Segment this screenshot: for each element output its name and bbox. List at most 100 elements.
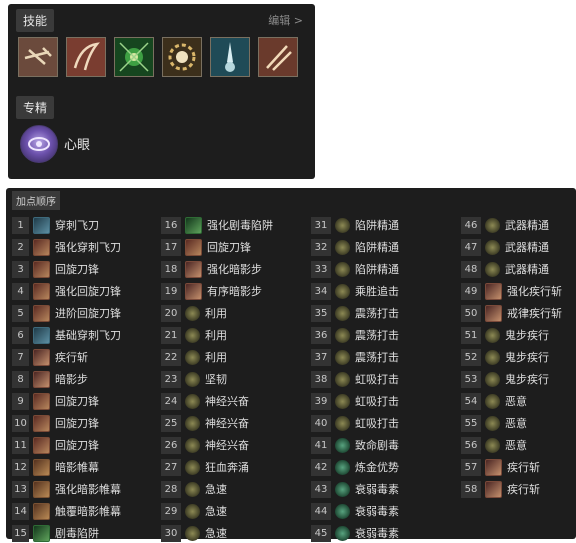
skills-panel: 技能 编辑 > 专精 心眼 [8, 4, 315, 179]
passive-icon [185, 437, 200, 453]
shadow-icon [485, 282, 502, 300]
skill-order-entry: 25 神经兴奋 [161, 413, 249, 433]
order-number: 3 [12, 260, 29, 278]
skill-order-entry: 54 恶意 [461, 391, 527, 411]
passive-icon [335, 371, 350, 387]
poison-trap-icon[interactable] [114, 37, 154, 77]
order-number: 31 [311, 216, 331, 234]
skill-name: 戒律疾行斩 [507, 307, 562, 320]
passive-icon [185, 481, 200, 497]
passive-icon [485, 371, 500, 387]
order-number: 34 [311, 282, 331, 300]
blade-slash-icon[interactable] [66, 37, 106, 77]
skill-order-entry: 19 有序暗影步 [161, 281, 262, 301]
knife-icon [33, 216, 50, 234]
skill-order-entry: 7 疾行斩 [12, 347, 88, 367]
skill-order-entry: 24 神经兴奋 [161, 391, 249, 411]
skill-name: 回旋刀锋 [55, 263, 99, 276]
skill-order-entry: 10 回旋刀锋 [12, 413, 99, 433]
skull-gear-icon[interactable] [162, 37, 202, 77]
skill-order-entry: 49 强化疾行斩 [461, 281, 562, 301]
passive-icon [185, 327, 200, 343]
order-number: 53 [461, 370, 481, 388]
skill-order-entry: 47 武器精通 [461, 237, 549, 257]
skill-name: 陷阱精通 [355, 241, 399, 254]
shadow-icon [485, 304, 502, 322]
skill-name: 坚韧 [205, 373, 227, 386]
passive-icon [335, 393, 350, 409]
skill-name: 急速 [205, 505, 227, 518]
passive-icon [335, 305, 350, 321]
shadow-icon [485, 480, 502, 498]
skill-order-entry: 13 强化暗影帷幕 [12, 479, 121, 499]
skill-order-entry: 36 震荡打击 [311, 325, 399, 345]
order-number: 27 [161, 458, 181, 476]
skill-order-entry: 44 衰弱毒素 [311, 501, 399, 521]
skill-name: 疾行斩 [507, 483, 540, 496]
skill-order-panel: 加点顺序 1 穿刺飞刀 2 强化穿刺飞刀 3 回旋刀锋 4 强化回旋刀锋 5 进阶回旋刀锋 6 基础穿… [6, 188, 576, 542]
skill-name: 强化疾行斩 [507, 285, 562, 298]
skill-name: 强化暗影帷幕 [55, 483, 121, 496]
skill-name: 进阶回旋刀锋 [55, 307, 121, 320]
skill-order-entry: 51 鬼步疾行 [461, 325, 549, 345]
skill-name: 强化回旋刀锋 [55, 285, 121, 298]
passive-icon [185, 503, 200, 519]
order-number: 46 [461, 216, 481, 234]
skill-order-entry: 2 强化穿刺飞刀 [12, 237, 121, 257]
skill-name: 回旋刀锋 [207, 241, 251, 254]
skill-order-entry: 34 乘胜追击 [311, 281, 399, 301]
shadow-icon [185, 282, 202, 300]
skill-name: 狂血奔涌 [205, 461, 249, 474]
skill-order-entry: 56 恶意 [461, 435, 527, 455]
skill-order-entry: 39 虹吸打击 [311, 391, 399, 411]
teal-icon [335, 437, 350, 453]
order-number: 41 [311, 436, 331, 454]
order-number: 25 [161, 414, 181, 432]
order-number: 37 [311, 348, 331, 366]
blade-icon [33, 436, 50, 454]
skill-name: 强化穿刺飞刀 [55, 241, 121, 254]
blade-icon [33, 282, 50, 300]
crossbow-icon[interactable] [18, 37, 58, 77]
twin-daggers-icon[interactable] [258, 37, 298, 77]
order-number: 51 [461, 326, 481, 344]
skill-name: 疾行斩 [55, 351, 88, 364]
passive-icon [185, 525, 200, 541]
skill-name: 利用 [205, 351, 227, 364]
order-number: 6 [12, 326, 29, 344]
skill-order-entry: 50 戒律疾行斩 [461, 303, 562, 323]
skill-order-entry: 52 鬼步疾行 [461, 347, 549, 367]
passive-icon [485, 217, 500, 233]
skill-order-entry: 22 利用 [161, 347, 227, 367]
skill-name: 衰弱毒素 [355, 483, 399, 496]
order-number: 21 [161, 326, 181, 344]
skill-name: 致命剧毒 [355, 439, 399, 452]
blade-icon [33, 414, 50, 432]
skill-name: 衰弱毒素 [355, 505, 399, 518]
blade-icon [33, 238, 50, 256]
passive-icon [185, 459, 200, 475]
passive-icon [485, 437, 500, 453]
passive-icon [485, 393, 500, 409]
skill-order-entry: 33 陷阱精通 [311, 259, 399, 279]
order-number: 24 [161, 392, 181, 410]
order-number: 55 [461, 414, 481, 432]
order-number: 28 [161, 480, 181, 498]
shadow-icon [185, 260, 202, 278]
passive-icon [485, 327, 500, 343]
skill-order-entry: 17 回旋刀锋 [161, 237, 251, 257]
order-number: 47 [461, 238, 481, 256]
edit-link[interactable]: 编辑 > [268, 12, 303, 28]
dagger-skull-icon[interactable] [210, 37, 250, 77]
order-number: 32 [311, 238, 331, 256]
eye-icon [20, 125, 58, 163]
skill-name: 穿刺飞刀 [55, 219, 99, 232]
order-number: 7 [12, 348, 29, 366]
order-number: 36 [311, 326, 331, 344]
order-number: 18 [161, 260, 181, 278]
order-number: 14 [12, 502, 29, 520]
skill-order-title: 加点顺序 [12, 191, 60, 210]
skill-name: 疾行斩 [507, 461, 540, 474]
teal-icon [335, 525, 350, 541]
stain-icon [33, 502, 50, 520]
